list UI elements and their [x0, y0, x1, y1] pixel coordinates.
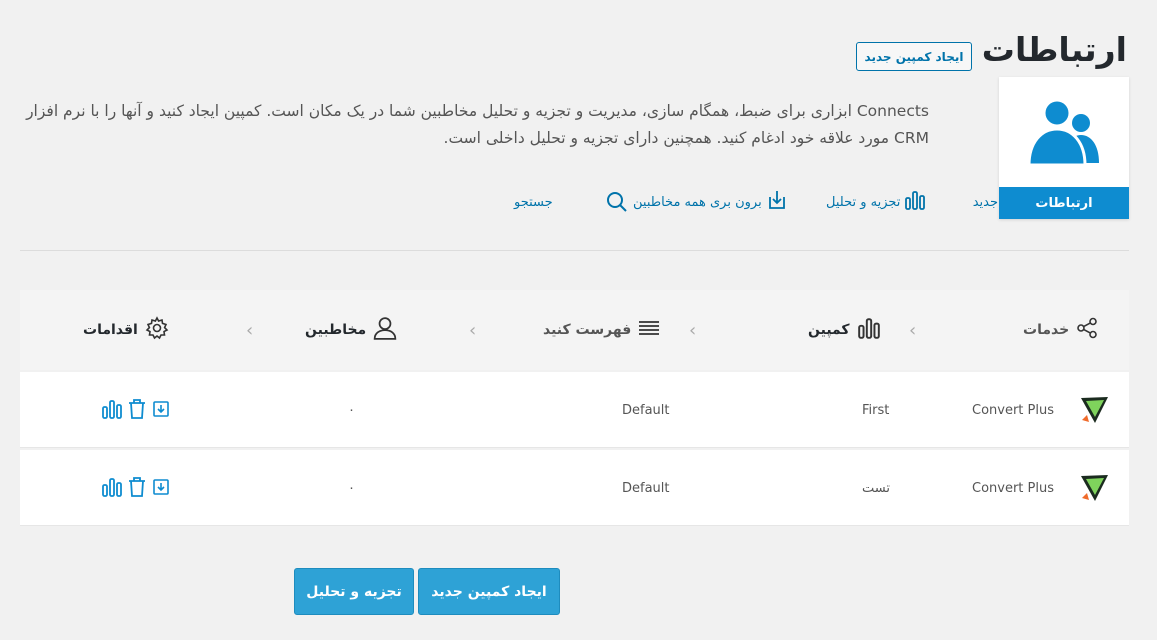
table-row: Convert Plus تست Default ۰ [20, 450, 1129, 526]
page-title: ارتباطات [981, 30, 1127, 69]
campaign-cell: تست [862, 480, 890, 496]
row-actions [101, 476, 171, 498]
contacts-logo-icon [1027, 98, 1099, 167]
chevron-left-icon: ‹ [469, 320, 477, 341]
create-campaign-button[interactable]: ایجاد کمپین جدید [418, 568, 560, 615]
analytics-link[interactable]: تجزیه و تحلیل [826, 188, 926, 216]
analytics-action-icon[interactable] [101, 476, 123, 498]
user-icon [373, 316, 397, 344]
export-all-link-label: برون بری همه مخاطبین [633, 194, 762, 210]
page-description: Connects ابزاری برای ضبط، همگام سازی، مد… [26, 102, 929, 147]
trash-icon[interactable] [127, 476, 147, 498]
search-link-label: جستجو [514, 194, 553, 210]
search-icon[interactable] [606, 191, 628, 217]
analytics-action-icon[interactable] [101, 398, 123, 420]
connects-logo-card: ارتباطات [999, 77, 1129, 219]
row-actions [101, 398, 171, 420]
convert-plus-icon [1081, 397, 1108, 423]
create-campaign-header-button[interactable]: ایجاد کمپین جدید [856, 42, 972, 71]
table-header: خدمات ‹ کمپین ‹ فهرست کنید ‹ مخاطبین ‹ ا… [20, 290, 1129, 370]
column-list-label: فهرست کنید [543, 322, 632, 338]
service-cell: Convert Plus [972, 402, 1054, 418]
column-list: فهرست کنید [543, 290, 660, 370]
export-all-link[interactable]: برون بری همه مخاطبین [633, 188, 788, 216]
section-divider [20, 250, 1129, 251]
column-actions-label: اقدامات [83, 322, 138, 338]
column-services: خدمات [1023, 290, 1098, 370]
list-icon [638, 317, 660, 343]
trash-icon[interactable] [127, 398, 147, 420]
column-campaign: کمپین [808, 290, 881, 370]
column-actions: اقدامات [83, 290, 169, 370]
new-link[interactable]: جدید [968, 188, 998, 216]
analytics-link-label: تجزیه و تحلیل [826, 194, 901, 210]
chevron-left-icon: ‹ [689, 320, 697, 341]
convert-plus-icon [1081, 475, 1108, 501]
list-cell: Default [622, 480, 670, 496]
bar-chart-icon [904, 189, 926, 215]
contacts-count-cell: ۰ [348, 480, 355, 496]
new-link-label: جدید [972, 194, 998, 210]
chevron-left-icon: ‹ [246, 320, 254, 341]
logo-label: ارتباطات [999, 187, 1129, 219]
download-icon[interactable] [151, 477, 171, 497]
column-campaign-label: کمپین [808, 322, 850, 338]
column-contacts-label: مخاطبین [305, 322, 367, 338]
download-icon [766, 189, 788, 215]
column-services-label: خدمات [1023, 322, 1070, 338]
column-contacts: مخاطبین [305, 290, 397, 370]
table-row: Convert Plus First Default ۰ [20, 372, 1129, 448]
contacts-count-cell: ۰ [348, 402, 355, 418]
download-icon[interactable] [151, 399, 171, 419]
search-link[interactable]: جستجو [514, 188, 553, 216]
chevron-left-icon: ‹ [909, 320, 917, 341]
bar-chart-icon [857, 316, 881, 344]
analytics-button[interactable]: تجزیه و تحلیل [294, 568, 414, 615]
list-cell: Default [622, 402, 670, 418]
service-cell: Convert Plus [972, 480, 1054, 496]
gear-icon [145, 316, 169, 344]
share-icon [1076, 317, 1098, 343]
campaign-cell: First [862, 402, 890, 418]
